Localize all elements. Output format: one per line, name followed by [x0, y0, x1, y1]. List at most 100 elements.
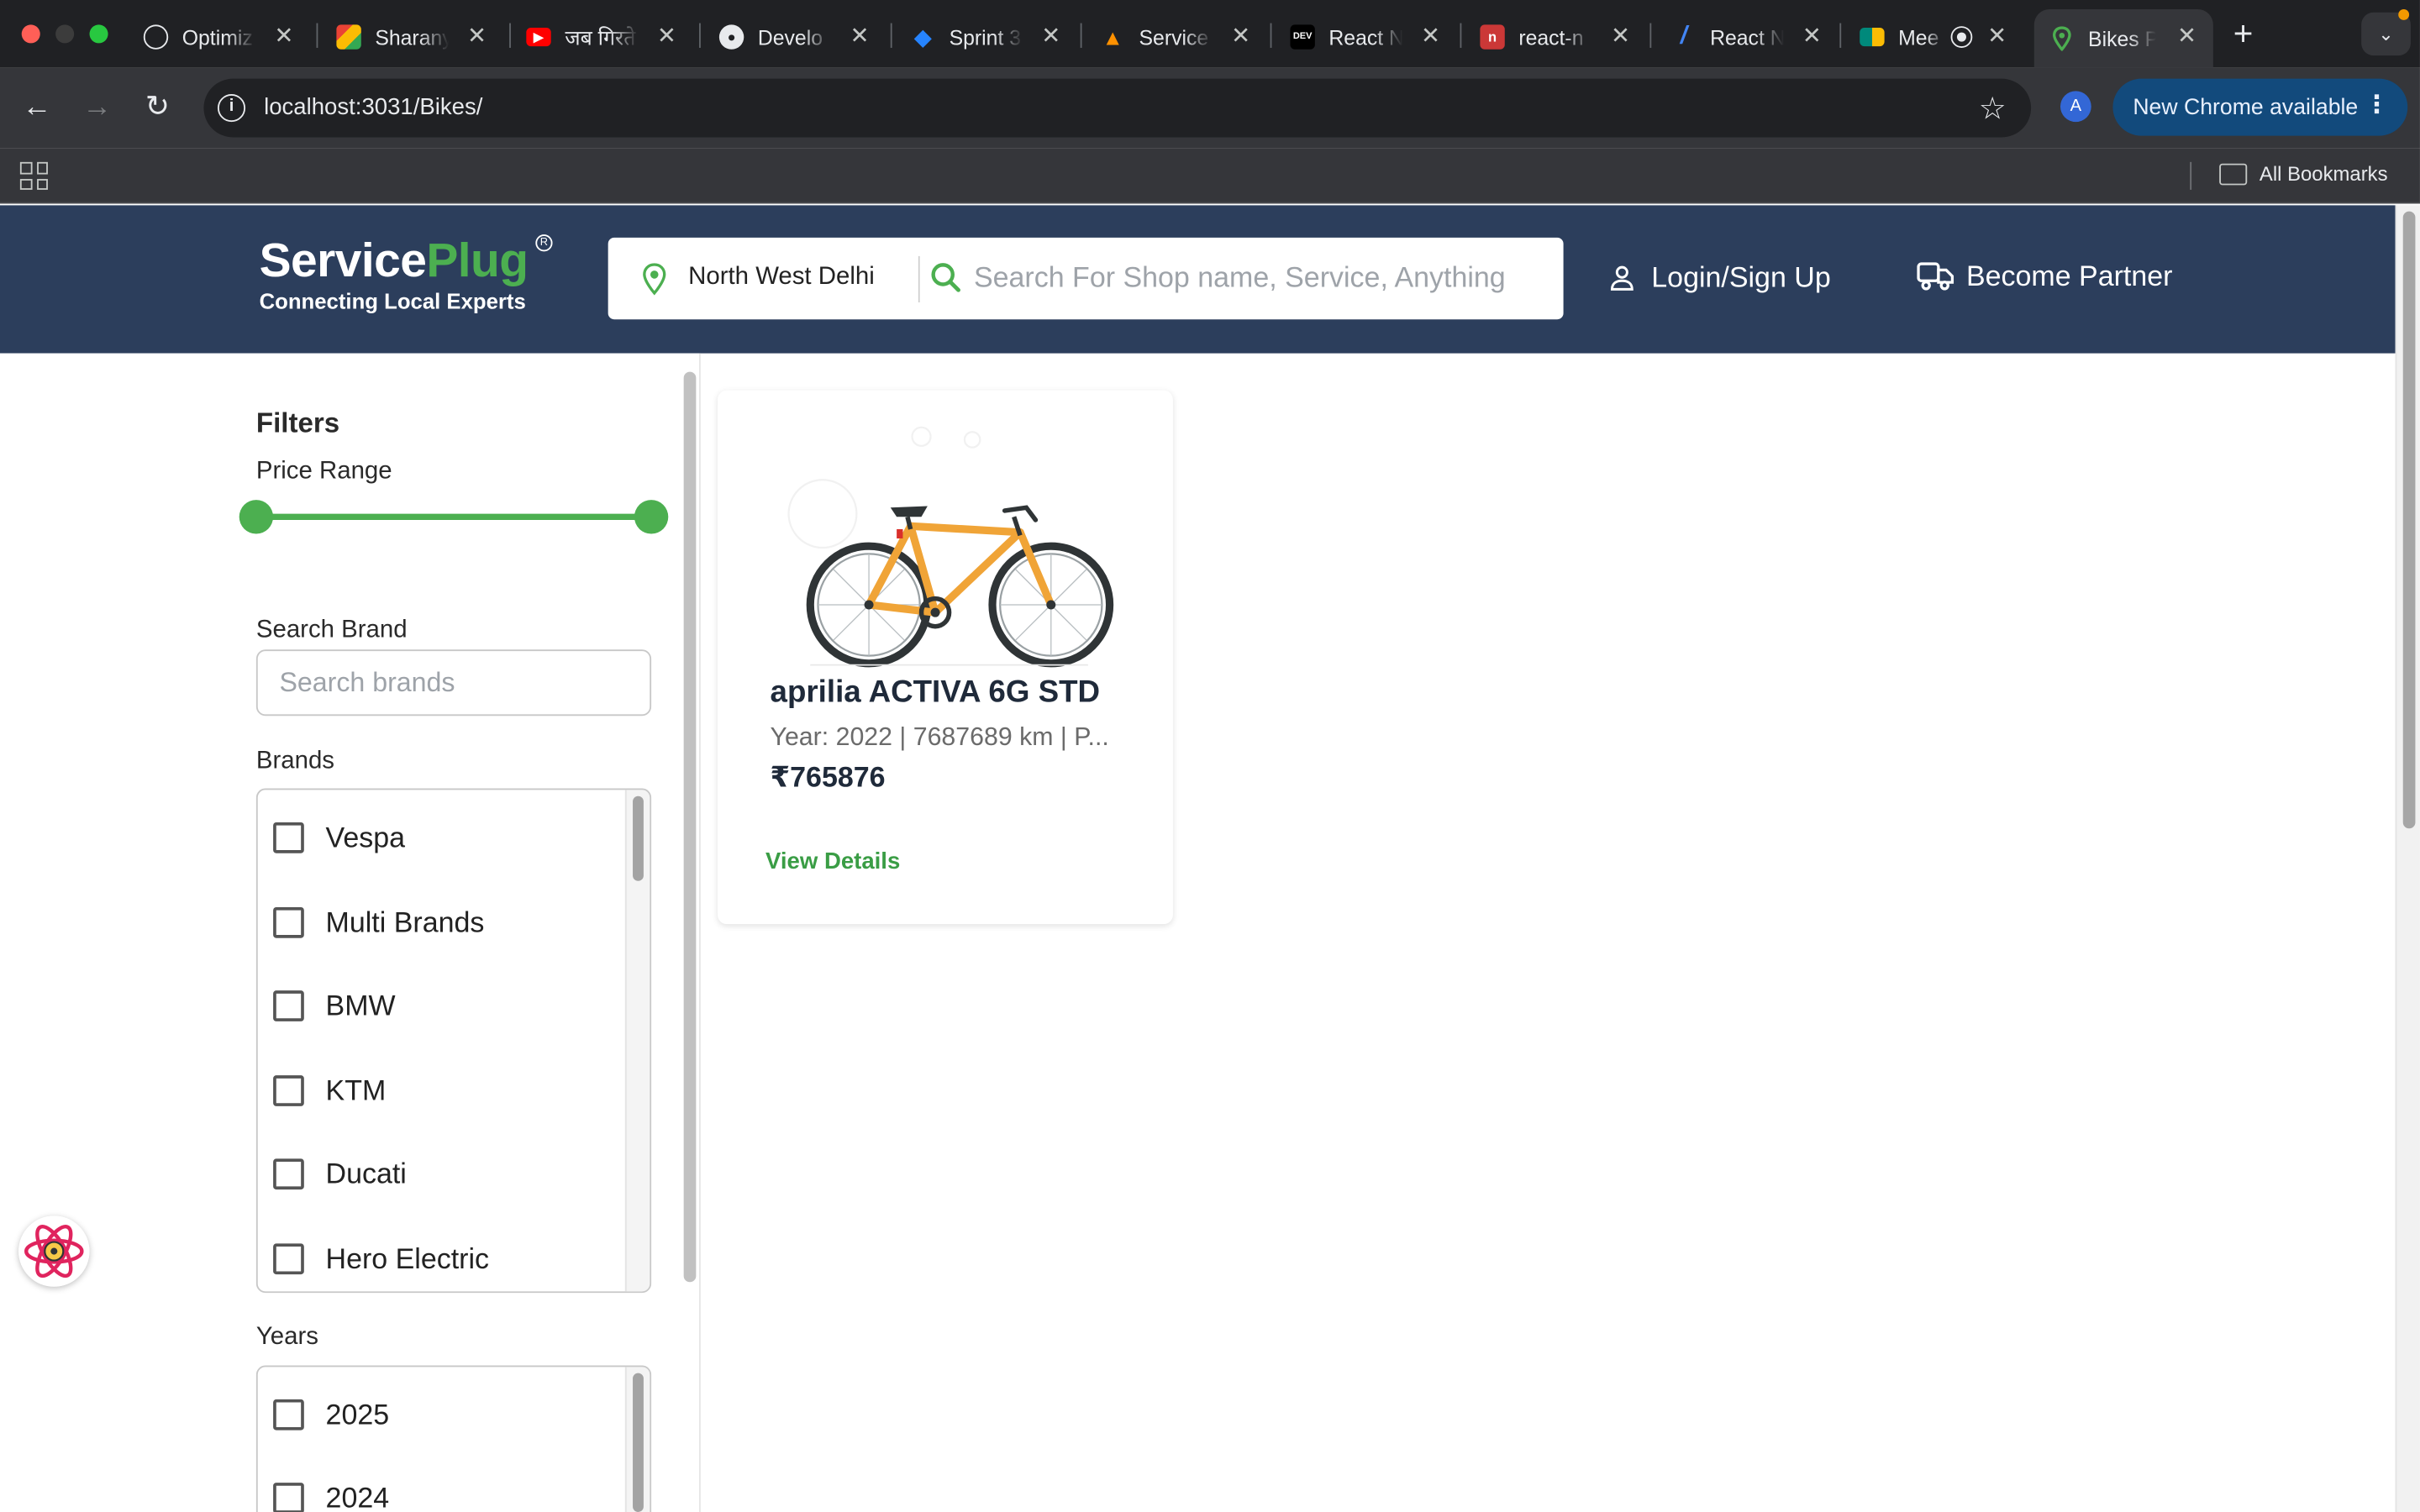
close-tab-icon[interactable]: ✕: [2173, 24, 2201, 51]
jira-icon: ◆: [913, 24, 932, 51]
browser-tab-strip: Optimiz ✕ Sharany ✕ ▶ जब गिरते ✕ ● Devel…: [0, 0, 2420, 68]
listing-meta: Year: 2022 | 7687689 km | P...: [770, 723, 1109, 752]
close-tab-icon[interactable]: ✕: [270, 24, 297, 51]
header-search-box: North West Delhi: [608, 237, 1564, 320]
become-partner-button[interactable]: Become Partner: [1917, 260, 2172, 293]
close-window-button[interactable]: [21, 24, 40, 44]
price-range-track[interactable]: [255, 513, 652, 520]
years-list: 2025 2024: [255, 1365, 652, 1512]
browser-tab[interactable]: n react-n ✕: [1480, 9, 1634, 65]
brand-option[interactable]: Vespa: [273, 821, 405, 854]
close-tab-icon[interactable]: ✕: [1417, 24, 1444, 51]
openai-icon: [143, 24, 169, 50]
forward-arrow-icon[interactable]: →: [79, 90, 116, 127]
logo-tagline: Connecting Local Experts: [259, 288, 526, 313]
checkbox[interactable]: [273, 1483, 304, 1512]
price-range-min-handle[interactable]: [239, 500, 274, 534]
map-pin-icon: [2052, 26, 2071, 51]
browser-tab[interactable]: Sharany ✕: [336, 9, 491, 65]
years-scrollbar[interactable]: [624, 1367, 650, 1512]
checkbox[interactable]: [273, 822, 304, 853]
search-input[interactable]: [973, 253, 1545, 302]
search-brand-label: Search Brand: [255, 617, 408, 643]
bicycle-image: [787, 426, 1114, 668]
brand-option[interactable]: Multi Brands: [273, 906, 484, 939]
close-tab-icon[interactable]: ✕: [1227, 24, 1255, 51]
close-tab-icon[interactable]: ✕: [1983, 24, 2011, 51]
browser-tab[interactable]: / React N ✕: [1671, 9, 1826, 65]
brands-label: Brands: [255, 748, 335, 775]
close-tab-icon[interactable]: ✕: [463, 24, 491, 51]
new-tab-button[interactable]: +: [2233, 14, 2254, 52]
browser-tab[interactable]: ▲ Service ✕: [1101, 9, 1255, 65]
brand-option[interactable]: Ducati: [273, 1158, 407, 1191]
apps-grid-icon[interactable]: [19, 161, 48, 190]
checkbox[interactable]: [273, 906, 304, 938]
brand-option[interactable]: KTM: [273, 1074, 386, 1107]
location-pin-icon[interactable]: [639, 262, 670, 296]
browser-tab[interactable]: ◆ Sprint 3 ✕: [911, 9, 1065, 65]
checkbox[interactable]: [273, 1158, 304, 1190]
listing-card[interactable]: aprilia ACTIVA 6G STD Year: 2022 | 76876…: [718, 390, 1173, 925]
location-selector[interactable]: North West Delhi: [688, 264, 875, 291]
year-option[interactable]: 2025: [273, 1398, 389, 1431]
login-signup-button[interactable]: Login/Sign Up: [1608, 260, 1831, 294]
serviceplug-logo[interactable]: ServicePlug R Connecting Local Experts: [259, 233, 553, 313]
registered-mark: R: [535, 234, 553, 252]
brand-option[interactable]: Hero Electric: [273, 1242, 489, 1276]
address-bar[interactable]: i localhost:3031/Bikes/ ☆: [203, 78, 2032, 138]
minimize-window-button[interactable]: [55, 24, 75, 44]
url-text[interactable]: localhost:3031/Bikes/: [264, 94, 482, 120]
bookmark-star-icon[interactable]: ☆: [1979, 90, 2007, 129]
site-header: ServicePlug R Connecting Local Experts N…: [0, 205, 2396, 354]
site-info-icon[interactable]: i: [217, 94, 246, 123]
close-tab-icon[interactable]: ✕: [846, 24, 874, 51]
github-icon: ●: [718, 24, 744, 50]
page-scrollbar[interactable]: [2395, 205, 2420, 1512]
year-option[interactable]: 2024: [273, 1481, 389, 1512]
profile-avatar[interactable]: A: [2060, 91, 2091, 123]
all-bookmarks-button[interactable]: All Bookmarks: [2219, 162, 2388, 185]
back-arrow-icon[interactable]: ←: [18, 90, 55, 127]
reload-icon[interactable]: ↻: [139, 90, 176, 127]
browser-tab[interactable]: Mee ✕: [1860, 9, 2011, 65]
checkbox[interactable]: [273, 1075, 304, 1106]
dev-icon: DEV: [1290, 24, 1315, 50]
close-tab-icon[interactable]: ✕: [1037, 24, 1065, 51]
close-tab-icon[interactable]: ✕: [1607, 24, 1634, 51]
react-devtools-icon[interactable]: [18, 1215, 90, 1287]
price-range-label: Price Range: [255, 458, 392, 485]
listing-title[interactable]: aprilia ACTIVA 6G STD: [771, 675, 1101, 711]
browser-tab[interactable]: ● Develo ✕: [718, 9, 874, 65]
youtube-icon: ▶: [526, 28, 551, 47]
kebab-menu-icon[interactable]: ⋮: [2365, 92, 2389, 120]
years-label: Years: [255, 1323, 318, 1351]
close-tab-icon[interactable]: ✕: [653, 24, 681, 51]
brands-scrollbar[interactable]: [624, 790, 650, 1292]
checkbox[interactable]: [273, 1399, 304, 1431]
logo-wordmark: ServicePlug: [259, 233, 529, 287]
browser-tab[interactable]: DEV React N ✕: [1290, 9, 1444, 65]
meet-icon: [1860, 28, 1885, 47]
browser-tab[interactable]: Optimiz ✕: [143, 9, 298, 65]
update-label: New Chrome available: [2133, 94, 2359, 120]
brand-search-input[interactable]: [255, 649, 652, 717]
npm-icon: n: [1480, 24, 1505, 50]
bookmarks-bar: All Bookmarks: [0, 148, 2420, 204]
browser-tab[interactable]: ▶ जब गिरते ✕: [526, 9, 681, 65]
view-details-link[interactable]: View Details: [765, 848, 900, 874]
sidebar-scrollbar[interactable]: [681, 371, 699, 1512]
price-range-max-handle[interactable]: [634, 500, 669, 534]
close-tab-icon[interactable]: ✕: [1798, 24, 1826, 51]
tab-search-button[interactable]: ⌄: [2361, 9, 2411, 56]
maximize-window-button[interactable]: [89, 24, 108, 44]
delivery-truck-icon: [1917, 262, 1954, 291]
checkbox[interactable]: [273, 1243, 304, 1275]
firebase-icon: ▲: [1102, 24, 1123, 50]
chrome-update-button[interactable]: New Chrome available ⋮: [2112, 78, 2408, 136]
browser-tab-active[interactable]: Bikes P ✕: [2033, 9, 2213, 68]
checkbox[interactable]: [273, 990, 304, 1021]
search-icon[interactable]: [929, 260, 963, 294]
brand-option[interactable]: BMW: [273, 989, 396, 1022]
recording-icon: [1950, 26, 1973, 48]
